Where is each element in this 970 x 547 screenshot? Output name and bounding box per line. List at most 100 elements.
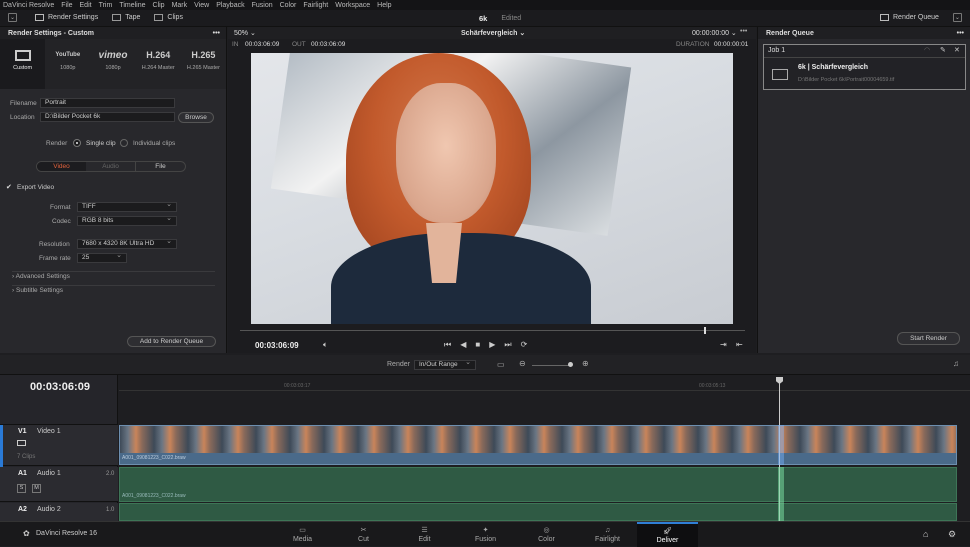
- zoom-select[interactable]: 50% ⌄: [234, 29, 256, 37]
- advanced-settings-toggle[interactable]: › Advanced Settings: [12, 273, 70, 280]
- menu-color[interactable]: Color: [280, 2, 297, 9]
- page-media[interactable]: ▭ Media: [272, 522, 333, 547]
- page-deliver[interactable]: 🚀︎ Deliver: [637, 522, 698, 547]
- audio-clip-a2[interactable]: [119, 503, 957, 521]
- loop-icon[interactable]: ⟳: [521, 340, 528, 350]
- preset-label: H.265 Master: [186, 65, 220, 71]
- preset-h265[interactable]: H.265 H.265 Master: [181, 39, 226, 89]
- viewer-options-icon[interactable]: •••: [740, 28, 747, 35]
- render-range-select[interactable]: In/Out Range: [414, 359, 476, 370]
- track-header-v1[interactable]: V1 Video 1 7 Clips: [0, 424, 118, 467]
- menu-file[interactable]: File: [61, 2, 72, 9]
- menu-clip[interactable]: Clip: [153, 2, 165, 9]
- menu-trim[interactable]: Trim: [99, 2, 113, 9]
- browse-button[interactable]: Browse: [178, 112, 214, 123]
- menu-help[interactable]: Help: [377, 2, 391, 9]
- collapse-toggle-icon[interactable]: ⌄: [8, 13, 17, 22]
- queue-options-icon[interactable]: •••: [957, 30, 964, 37]
- menu-fusion[interactable]: Fusion: [252, 2, 273, 9]
- page-cut[interactable]: ✂ Cut: [333, 522, 394, 547]
- collapse-right-icon[interactable]: ⌄: [952, 13, 962, 22]
- format-select[interactable]: TIFF: [77, 201, 177, 212]
- video-frame[interactable]: [251, 53, 733, 324]
- wifi-icon: ◠: [924, 47, 931, 54]
- viewer-title[interactable]: Schärfevergleich ⌄: [461, 29, 525, 37]
- render-queue-button[interactable]: Render Queue: [893, 14, 939, 21]
- timeline-ruler[interactable]: 00:03:03:17 00:03:05:13: [119, 375, 970, 391]
- tab-video[interactable]: Video: [37, 162, 86, 171]
- preset-label: H.264 Master: [141, 65, 175, 71]
- clips-button[interactable]: Clips: [167, 14, 183, 21]
- filename-label: Filename: [10, 100, 37, 107]
- resolution-select[interactable]: 7680 x 4320 8K Ultra HD: [77, 238, 177, 249]
- settings-gear-icon[interactable]: ⚙: [948, 529, 956, 540]
- tab-audio[interactable]: Audio: [86, 162, 135, 171]
- play-icon[interactable]: ▶: [489, 340, 495, 350]
- page-fairlight[interactable]: ♫ Fairlight: [577, 522, 638, 547]
- preset-h264[interactable]: H.264 H.264 Master: [136, 39, 181, 89]
- delete-job-icon[interactable]: ✕: [954, 46, 960, 54]
- menu-timeline[interactable]: Timeline: [119, 2, 145, 9]
- menu-workspace[interactable]: Workspace: [335, 2, 370, 9]
- framerate-select[interactable]: 25: [77, 252, 127, 263]
- track-header-a1[interactable]: A1 Audio 1 2.0 S M: [0, 467, 118, 502]
- render-settings-button[interactable]: Render Settings: [48, 14, 98, 21]
- page-color[interactable]: ◎ Color: [516, 522, 577, 547]
- preset-vimeo[interactable]: vimeo 1080p: [90, 39, 135, 89]
- go-to-end-icon[interactable]: ⏭︎: [504, 340, 511, 350]
- subtitle-settings-toggle[interactable]: › Subtitle Settings: [12, 287, 63, 294]
- volume-icon[interactable]: 🔈︎: [323, 340, 328, 350]
- project-status: Edited: [501, 15, 522, 22]
- zoom-in-icon[interactable]: ⊕: [582, 359, 589, 368]
- page-label: Media: [292, 536, 313, 543]
- page-fusion[interactable]: ✦ Fusion: [455, 522, 516, 547]
- menu-view[interactable]: View: [194, 2, 209, 9]
- toolbar: ⌄ Render Settings Tape Clips 6k Edited R…: [0, 10, 970, 27]
- individual-clips-radio[interactable]: [120, 139, 128, 147]
- more-options-icon[interactable]: •••: [213, 30, 220, 37]
- mute-button[interactable]: M: [32, 484, 41, 493]
- fairlight-icon: ♫: [604, 526, 611, 534]
- single-clip-radio[interactable]: [73, 139, 81, 147]
- zoom-out-icon[interactable]: ⊖: [519, 359, 526, 368]
- page-edit[interactable]: ☰ Edit: [394, 522, 455, 547]
- solo-button[interactable]: S: [17, 484, 26, 493]
- home-icon[interactable]: ⌂: [923, 529, 928, 539]
- start-render-button[interactable]: Start Render: [897, 332, 960, 345]
- scrubber-playhead[interactable]: [704, 327, 706, 334]
- menu-playback[interactable]: Playback: [216, 2, 244, 9]
- scrubber-bar[interactable]: [240, 330, 745, 331]
- preset-youtube[interactable]: YouTube 1080p: [45, 39, 90, 89]
- zoom-slider-handle[interactable]: [568, 362, 573, 367]
- location-input[interactable]: D:\Bilder Pocket 6k: [40, 112, 175, 122]
- render-job[interactable]: Job 1 ◠ ✎ ✕ 6k | Schärfevergleich D:\Bil…: [763, 44, 966, 90]
- tab-file[interactable]: File: [135, 162, 185, 171]
- zoom-slider[interactable]: [532, 365, 572, 366]
- preset-custom[interactable]: Custom: [0, 39, 46, 89]
- edit-job-icon[interactable]: ✎: [940, 46, 946, 54]
- audio-meter-icon[interactable]: ♫: [953, 359, 959, 368]
- h264-logo: H.264: [146, 50, 171, 60]
- go-to-start-icon[interactable]: ⏮︎: [444, 340, 451, 350]
- video-clip[interactable]: A001_09081223_C022.braw: [119, 425, 957, 465]
- play-reverse-icon[interactable]: ◀: [460, 340, 466, 350]
- menu-app[interactable]: DaVinci Resolve: [3, 2, 54, 9]
- stop-icon[interactable]: ■: [475, 340, 480, 350]
- edit-icon: ☰: [421, 527, 428, 534]
- menu-fairlight[interactable]: Fairlight: [303, 2, 328, 9]
- mark-out-icon[interactable]: ⇤: [736, 340, 743, 349]
- monitor-icon[interactable]: [17, 440, 26, 446]
- export-video-checkbox[interactable]: ✔: [6, 183, 12, 191]
- mark-in-icon[interactable]: ⇥: [720, 340, 727, 349]
- menu-mark[interactable]: Mark: [172, 2, 188, 9]
- individual-clips-label: Individual clips: [133, 140, 176, 147]
- audio-clip-a1[interactable]: A001_09081223_C022.braw: [119, 467, 957, 502]
- filename-input[interactable]: Portrait: [40, 98, 175, 108]
- add-to-render-queue-button[interactable]: Add to Render Queue: [127, 336, 216, 347]
- menu-edit[interactable]: Edit: [80, 2, 92, 9]
- timeline-view-icon[interactable]: ▭: [497, 360, 505, 369]
- timecode-top[interactable]: 00:00:00:00 ⌄: [692, 29, 737, 37]
- track-header-a2[interactable]: A2 Audio 2 1.0: [0, 503, 118, 521]
- codec-select[interactable]: RGB 8 bits: [77, 215, 177, 226]
- tape-button[interactable]: Tape: [125, 14, 140, 21]
